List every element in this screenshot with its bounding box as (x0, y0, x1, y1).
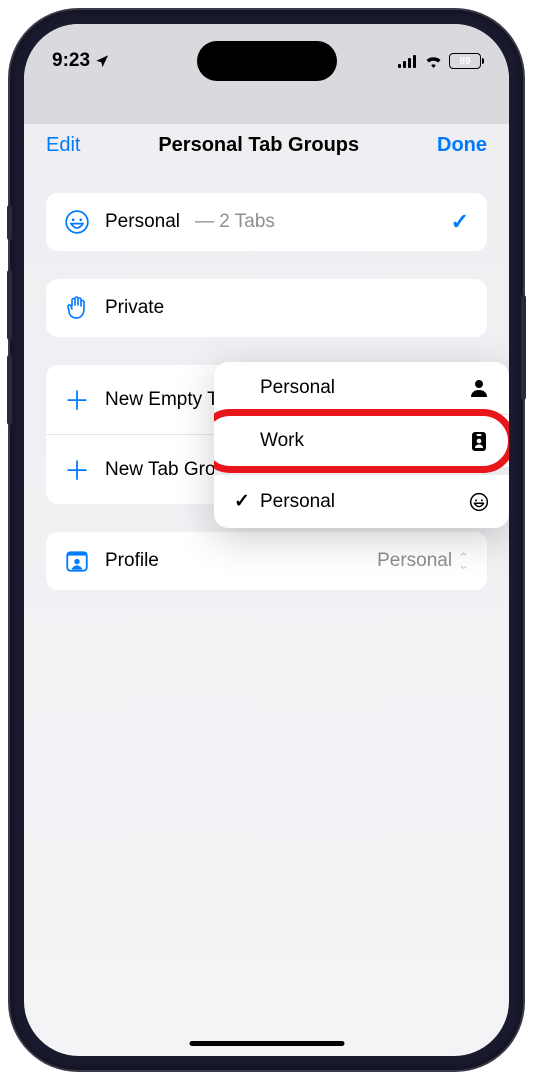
plus-icon: ＋ (64, 451, 90, 488)
tab-group-label: Personal (105, 211, 180, 233)
private-row: Private (46, 279, 487, 337)
done-button[interactable]: Done (437, 134, 487, 157)
profile-icon (64, 548, 90, 574)
tab-group-suffix: — 2 Tabs (195, 211, 275, 233)
popup-item-work[interactable]: Work (214, 414, 509, 467)
tab-group-item[interactable]: Personal — 2 Tabs ✓ (46, 193, 487, 251)
side-button (7, 270, 12, 340)
signal-icon (398, 55, 418, 68)
device-frame: 9:23 (10, 10, 523, 1070)
profile-value-wrap: Personal ⌃⌄ (377, 550, 469, 572)
smile-icon (64, 209, 90, 235)
smile-icon (469, 492, 489, 512)
status-subbar (24, 84, 509, 124)
tab-group-personal-row: Personal — 2 Tabs ✓ (46, 193, 487, 251)
check-icon: ✓ (234, 490, 260, 513)
home-indicator[interactable] (189, 1041, 344, 1046)
nav-bar: Edit Personal Tab Groups Done (24, 124, 509, 173)
side-button (7, 355, 12, 425)
hand-icon (64, 295, 90, 321)
side-button (521, 295, 526, 400)
status-left: 9:23 (52, 50, 110, 72)
profile-popup: Personal Work ✓ (214, 362, 509, 528)
profile-row: Profile Personal ⌃⌄ (46, 532, 487, 590)
profile-value: Personal (377, 550, 452, 572)
person-icon (469, 379, 489, 397)
side-button (7, 205, 12, 240)
edit-button[interactable]: Edit (46, 134, 80, 157)
profile-label: Profile (105, 550, 159, 572)
wifi-icon (424, 54, 443, 68)
popup-item-personal[interactable]: Personal (214, 362, 509, 414)
popup-label: Work (260, 430, 469, 452)
profile-item[interactable]: Profile Personal ⌃⌄ (46, 532, 487, 590)
dynamic-island (197, 41, 337, 81)
page-title: Personal Tab Groups (158, 134, 359, 157)
plus-icon: ＋ (64, 381, 90, 418)
popup-item-personal-selected[interactable]: ✓ Personal (214, 467, 509, 528)
check-icon: ✓ (451, 209, 469, 235)
popup-label: Personal (260, 377, 469, 399)
badge-icon (469, 432, 489, 451)
battery-icon: 89 (449, 53, 481, 69)
popup-label: Personal (260, 491, 469, 513)
screen: 9:23 (24, 24, 509, 1056)
status-right: 89 (398, 53, 481, 69)
private-label: Private (105, 297, 164, 319)
battery-level: 89 (459, 56, 470, 67)
status-time: 9:23 (52, 50, 90, 72)
location-icon (95, 54, 110, 69)
chevron-updown-icon: ⌃⌄ (458, 554, 469, 568)
private-item[interactable]: Private (46, 279, 487, 337)
